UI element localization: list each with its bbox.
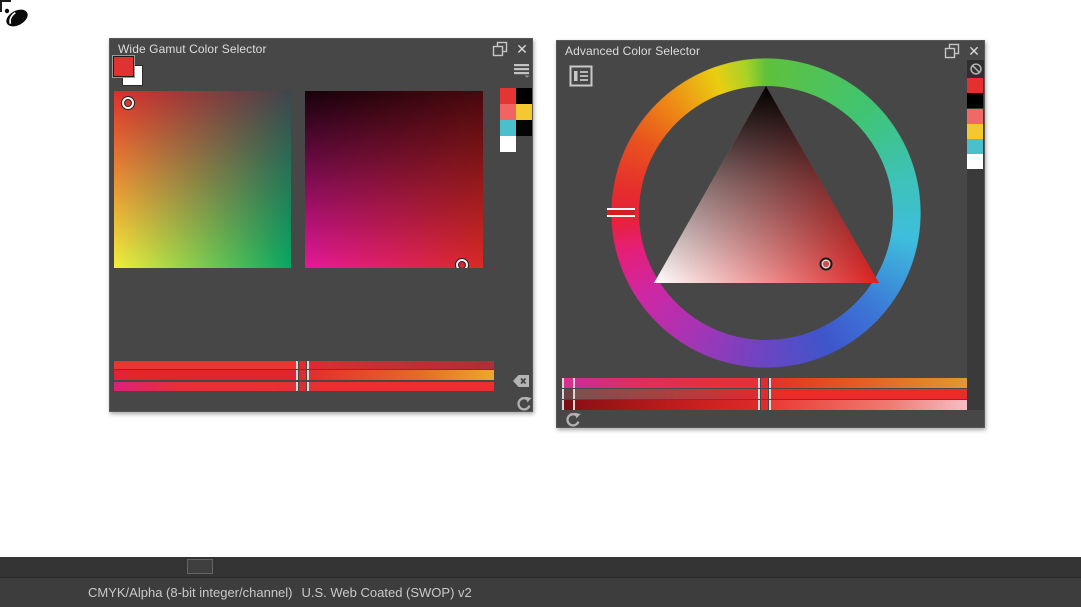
history-swatch[interactable] bbox=[516, 88, 532, 104]
slider-gradient bbox=[771, 378, 967, 388]
history-swatch[interactable] bbox=[500, 88, 516, 104]
slider-gradient bbox=[114, 361, 296, 369]
close-panel-button[interactable]: ✕ bbox=[966, 43, 982, 59]
slider-marker[interactable] bbox=[296, 382, 309, 391]
history-swatch[interactable] bbox=[516, 120, 532, 136]
history-swatch[interactable] bbox=[967, 139, 983, 154]
slider-gradient bbox=[575, 389, 758, 399]
advanced-color-selector-panel: Advanced Color Selector ✕ bbox=[556, 40, 985, 428]
backspace-clear-icon bbox=[513, 375, 529, 387]
slider-marker[interactable] bbox=[296, 361, 309, 369]
color-square-cursor[interactable] bbox=[122, 97, 134, 109]
hue-ring-marker[interactable] bbox=[607, 208, 635, 217]
horizontal-scrollbar[interactable] bbox=[0, 557, 1081, 577]
panel-title: Wide Gamut Color Selector bbox=[118, 42, 267, 56]
slider-gradient bbox=[114, 382, 296, 391]
refresh-icon bbox=[517, 396, 532, 411]
slider-gradient bbox=[309, 370, 494, 380]
color-square-red-green[interactable] bbox=[114, 91, 291, 268]
shade-slider-1[interactable] bbox=[114, 361, 494, 369]
update-shades-button[interactable] bbox=[565, 412, 581, 428]
shade-slider-3[interactable] bbox=[114, 382, 494, 391]
slider-end-swatch[interactable] bbox=[562, 378, 575, 388]
wide-gamut-color-selector-panel: Wide Gamut Color Selector ✕ bbox=[109, 38, 533, 412]
float-icon bbox=[944, 43, 960, 59]
saturation-value-triangle[interactable] bbox=[611, 58, 921, 368]
shade-slider-3[interactable] bbox=[562, 400, 967, 410]
color-square-magenta-red[interactable] bbox=[305, 91, 483, 268]
history-swatch[interactable] bbox=[500, 136, 516, 152]
slider-end-swatch[interactable] bbox=[562, 400, 575, 410]
color-profile-label: U.S. Web Coated (SWOP) v2 bbox=[301, 585, 472, 600]
float-panel-button[interactable] bbox=[944, 43, 960, 59]
shade-slider-2[interactable] bbox=[562, 389, 967, 399]
color-mode-label: CMYK/Alpha (8-bit integer/channel) bbox=[88, 585, 293, 600]
close-icon: ✕ bbox=[516, 41, 528, 57]
panel-title: Advanced Color Selector bbox=[565, 44, 701, 58]
color-history-palette bbox=[500, 88, 532, 152]
slider-gradient bbox=[309, 382, 494, 391]
float-icon bbox=[492, 41, 508, 57]
scrollbar-thumb[interactable] bbox=[187, 559, 213, 574]
brush-cursor-icon bbox=[0, 0, 28, 27]
slider-marker[interactable] bbox=[296, 370, 309, 380]
slider-end-swatch[interactable] bbox=[562, 389, 575, 399]
history-swatch[interactable] bbox=[500, 104, 516, 120]
slider-gradient bbox=[114, 370, 296, 380]
slider-marker[interactable] bbox=[758, 400, 771, 410]
clear-history-button[interactable] bbox=[512, 373, 530, 389]
close-panel-button[interactable]: ✕ bbox=[514, 41, 530, 57]
selector-settings-button[interactable] bbox=[569, 65, 593, 87]
slider-marker[interactable] bbox=[758, 389, 771, 399]
slider-gradient bbox=[575, 400, 758, 410]
history-swatch[interactable] bbox=[967, 124, 983, 139]
right-toolbar-column bbox=[967, 60, 984, 410]
list-settings-icon bbox=[569, 65, 593, 87]
gamut-mask-off-button[interactable] bbox=[967, 60, 984, 78]
foreground-color-swatch bbox=[112, 55, 135, 78]
refresh-icon bbox=[566, 412, 581, 427]
prohibition-icon bbox=[969, 63, 982, 75]
slider-gradient bbox=[771, 389, 967, 399]
slider-marker[interactable] bbox=[758, 378, 771, 388]
float-panel-button[interactable] bbox=[492, 41, 508, 57]
close-icon: ✕ bbox=[968, 43, 980, 59]
foreground-background-swatch[interactable] bbox=[112, 55, 144, 86]
shade-slider-1[interactable] bbox=[562, 378, 967, 388]
history-swatch[interactable] bbox=[967, 154, 983, 169]
docker-menu-button[interactable] bbox=[513, 63, 531, 78]
history-swatch[interactable] bbox=[500, 120, 516, 136]
update-shades-button[interactable] bbox=[516, 396, 532, 412]
history-swatch[interactable] bbox=[967, 78, 983, 93]
shade-slider-2[interactable] bbox=[114, 370, 494, 380]
history-swatch[interactable] bbox=[516, 104, 532, 120]
hamburger-menu-icon bbox=[514, 64, 530, 78]
slider-gradient bbox=[575, 378, 758, 388]
slider-gradient bbox=[771, 400, 967, 410]
history-swatch[interactable] bbox=[967, 93, 983, 108]
history-swatch[interactable] bbox=[967, 109, 983, 124]
slider-gradient bbox=[309, 361, 494, 369]
color-square-cursor[interactable] bbox=[456, 259, 468, 268]
status-bar: CMYK/Alpha (8-bit integer/channel) U.S. … bbox=[0, 577, 1081, 607]
